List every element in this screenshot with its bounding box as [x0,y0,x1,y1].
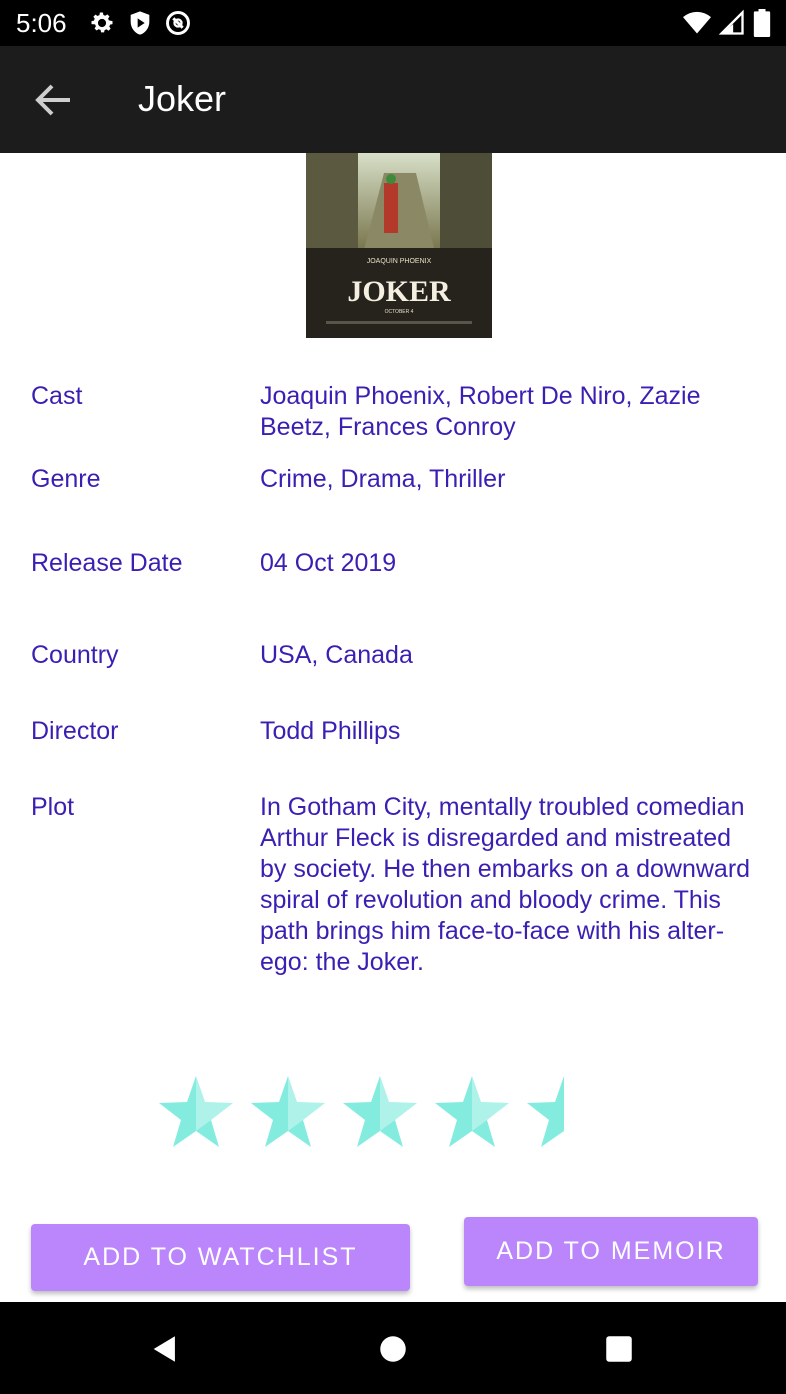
navigation-bar [0,1302,786,1394]
page-title: Joker [138,78,227,119]
back-arrow-icon[interactable] [30,76,78,124]
wifi-icon [683,11,711,34]
poster-image: JOAQUIN PHOENIX JOKER OCTOBER 4 [306,153,492,338]
genre-label: Genre [31,465,101,493]
nav-recents-icon[interactable] [602,1332,636,1366]
settings-icon [91,12,113,33]
status-time: 5:06 [16,8,67,38]
star-5[interactable] [526,1074,602,1150]
country-label: Country [31,641,119,669]
country-value: USA, Canada [260,641,413,669]
status-icons-right [682,9,772,37]
release-date-value: 04 Oct 2019 [260,549,397,577]
poster-title-text: JOKER [347,275,451,308]
star-1[interactable] [158,1074,234,1150]
star-3[interactable] [342,1074,418,1150]
battery-icon [753,9,771,37]
nav-home-icon[interactable] [376,1332,410,1366]
signal-icon [718,9,744,35]
shield-play-icon [130,11,150,35]
star-2[interactable] [250,1074,326,1150]
plot-label: Plot [31,793,75,821]
add-to-memoir-button[interactable]: ADD TO MEMOIR [464,1217,758,1286]
director-label: Director [31,717,119,745]
movie-poster: JOAQUIN PHOENIX JOKER OCTOBER 4 [306,153,492,338]
director-value: Todd Phillips [260,717,401,745]
add-to-watchlist-button[interactable]: ADD TO WATCHLIST [31,1224,410,1291]
genre-value: Crime, Drama, Thriller [260,465,506,493]
status-icons-left [88,9,192,37]
plot-value: In Gotham City, mentally troubled comedi… [260,793,751,976]
poster-actor-text: JOAQUIN PHOENIX [367,258,432,265]
status-bar: 5:06 [0,0,786,46]
app-bar: Joker [0,46,786,153]
cast-value: Joaquin Phoenix, Robert De Niro, Zazie B… [260,382,701,441]
cast-label: Cast [31,382,83,410]
nav-back-icon[interactable] [148,1332,182,1366]
release-date-label: Release Date [31,549,183,577]
star-4[interactable] [434,1074,510,1150]
rating-bar[interactable] [158,1074,602,1150]
sync-icon [166,11,190,35]
poster-date-text: OCTOBER 4 [385,309,414,315]
